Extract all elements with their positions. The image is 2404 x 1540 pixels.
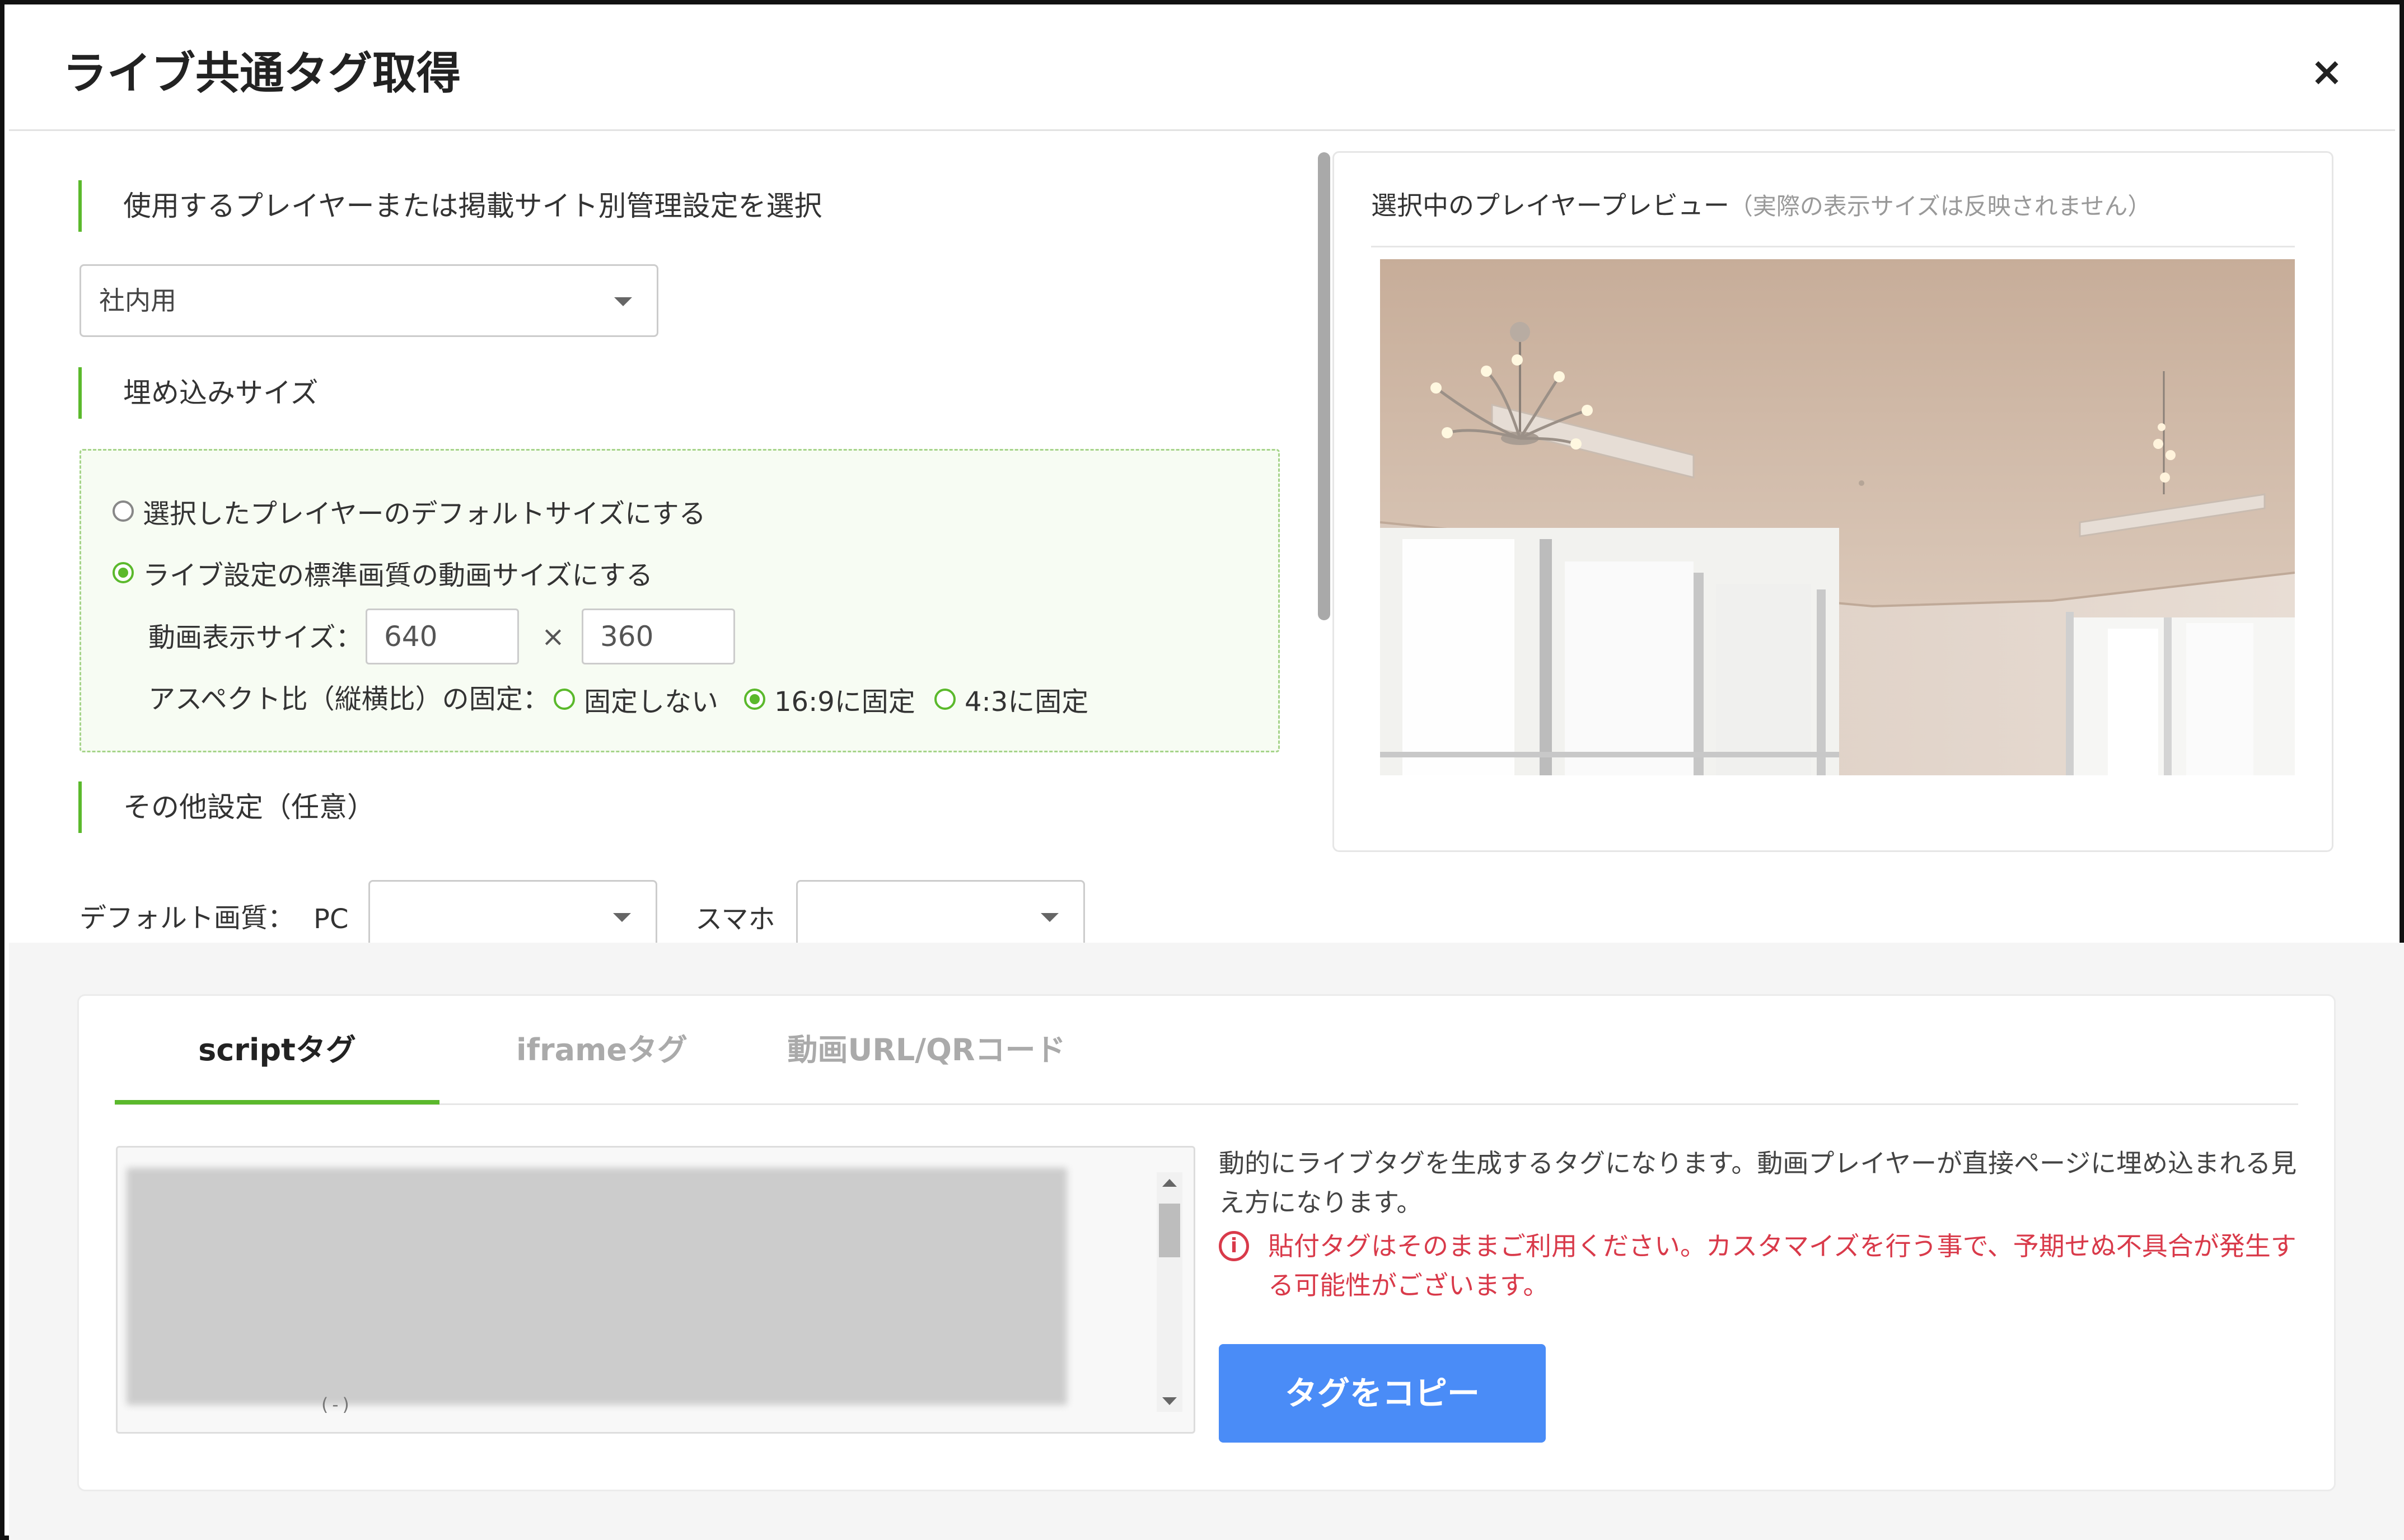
player-select[interactable]: 社内用 xyxy=(79,264,658,337)
player-select-heading: 使用するプレイヤーまたは掲載サイト別管理設定を選択 xyxy=(78,180,822,232)
aspect-option-none[interactable]: 固定しない xyxy=(554,679,718,719)
script-tag-warning: i 貼付タグはそのままご利用ください。カスタマイズを行う事で、予期せぬ不具合が発… xyxy=(1219,1227,2316,1305)
radio-aspect-4-3[interactable] xyxy=(934,689,956,710)
tab-video-url-qr[interactable]: 動画URL/QRコード xyxy=(764,996,1089,1104)
active-tab-indicator xyxy=(115,1100,439,1104)
copy-tag-button[interactable]: タグをコピー xyxy=(1219,1344,1546,1443)
chevron-down-icon xyxy=(613,913,631,922)
dialog: ライブ共通タグ取得 × 使用するプレイヤーまたは掲載サイト別管理設定を選択 社内… xyxy=(0,0,2404,1540)
preview-video-frame xyxy=(1380,259,2295,775)
tab-iframe[interactable]: iframeタグ xyxy=(439,996,764,1104)
radio-live-size[interactable] xyxy=(113,562,134,583)
aspect-option-16-9[interactable]: 16:9に固定 xyxy=(744,679,915,719)
code-tail-text: (-) xyxy=(319,1394,352,1415)
display-size-label: 動画表示サイズ： xyxy=(148,622,363,653)
radio-aspect-none[interactable] xyxy=(554,689,575,710)
default-quality-label: デフォルト画質： xyxy=(79,902,295,934)
embed-option-live-label: ライブ設定の標準画質の動画サイズにする xyxy=(143,560,653,591)
scroll-down-arrow-icon[interactable] xyxy=(1162,1397,1177,1405)
info-icon: i xyxy=(1219,1231,1249,1261)
scroll-thumb[interactable] xyxy=(1159,1204,1180,1257)
embed-option-default-label: 選択したプレイヤーのデフォルトサイズにする xyxy=(143,498,706,530)
aspect-option-16-9-label: 16:9に固定 xyxy=(774,686,915,718)
code-redacted-area xyxy=(127,1168,1067,1405)
chevron-down-icon xyxy=(1041,913,1059,922)
tab-divider xyxy=(115,1103,2298,1105)
scroll-up-arrow-icon[interactable] xyxy=(1162,1179,1177,1187)
aspect-option-none-label: 固定しない xyxy=(584,686,719,718)
embed-size-heading: 埋め込みサイズ xyxy=(78,367,319,419)
radio-default-size[interactable] xyxy=(113,500,134,522)
code-scrollbar[interactable] xyxy=(1157,1172,1182,1412)
embed-option-default[interactable]: 選択したプレイヤーのデフォルトサイズにする xyxy=(113,491,706,531)
tag-panel: scriptタグ iframeタグ 動画URL/QRコード (-) 動的にライブ… xyxy=(77,994,2336,1491)
aspect-option-4-3-label: 4:3に固定 xyxy=(965,686,1089,718)
preview-title: 選択中のプレイヤープレビュー（実際の表示サイズは反映されません） xyxy=(1371,188,2151,224)
close-icon[interactable]: × xyxy=(2302,47,2351,96)
preview-note: （実際の表示サイズは反映されません） xyxy=(1729,193,2152,220)
script-tag-warning-text: 貼付タグはそのままご利用ください。カスタマイズを行う事で、予期せぬ不具合が発生す… xyxy=(1268,1231,2297,1300)
times-sign: × xyxy=(541,620,565,653)
left-panel-scrollbar[interactable] xyxy=(1318,152,1330,620)
smartphone-label: スマホ xyxy=(695,904,775,935)
smartphone-quality-select[interactable] xyxy=(796,880,1085,953)
preview-divider xyxy=(1371,246,2295,247)
height-input[interactable]: 360 xyxy=(582,608,735,664)
aspect-label: アスペクト比（縦横比）の固定： xyxy=(148,684,550,715)
embed-size-box: 選択したプレイヤーのデフォルトサイズにする ライブ設定の標準画質の動画サイズにす… xyxy=(79,449,1280,752)
player-select-value: 社内用 xyxy=(99,285,176,316)
dialog-header: ライブ共通タグ取得 × xyxy=(9,9,2395,131)
embed-option-live[interactable]: ライブ設定の標準画質の動画サイズにする xyxy=(113,553,653,593)
dialog-title: ライブ共通タグ取得 xyxy=(63,48,461,99)
script-code-textarea[interactable]: (-) xyxy=(116,1146,1195,1434)
tab-script[interactable]: scriptタグ xyxy=(115,996,439,1104)
preview-card: 選択中のプレイヤープレビュー（実際の表示サイズは反映されません） xyxy=(1332,151,2333,852)
preview-title-text: 選択中のプレイヤープレビュー xyxy=(1371,190,1729,221)
other-settings-heading: その他設定（任意） xyxy=(78,781,375,833)
width-input[interactable]: 640 xyxy=(366,608,519,664)
script-tag-description: 動的にライブタグを生成するタグになります。動画プレイヤーが直接ページに埋め込まれ… xyxy=(1219,1148,2297,1218)
aspect-option-4-3[interactable]: 4:3に固定 xyxy=(934,679,1088,719)
pc-quality-select[interactable] xyxy=(368,880,657,953)
radio-aspect-16-9[interactable] xyxy=(744,689,765,710)
chevron-down-icon xyxy=(614,297,632,306)
pc-label: PC xyxy=(314,904,349,935)
